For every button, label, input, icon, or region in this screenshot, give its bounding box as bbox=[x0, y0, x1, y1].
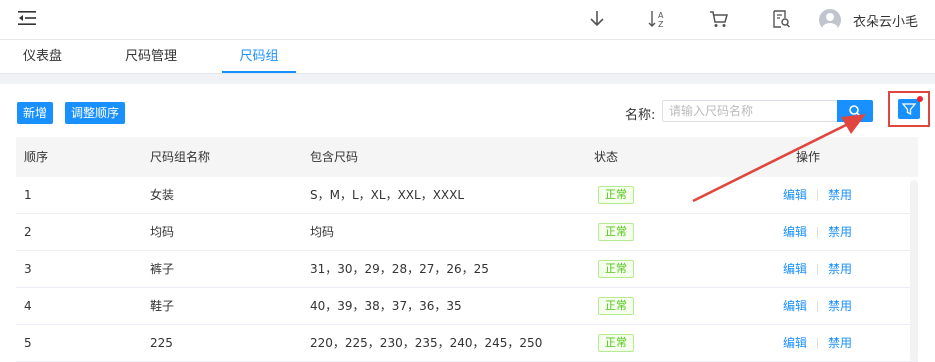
status-badge: 正常 bbox=[598, 223, 634, 241]
disable-link[interactable]: 禁用 bbox=[828, 188, 852, 202]
table-row: 1 女装 S，M，L，XL，XXL，XXXL 正常 编辑 禁用 bbox=[16, 177, 918, 214]
divider bbox=[817, 301, 819, 312]
status-badge: 正常 bbox=[598, 297, 634, 315]
tab-bar: 仪表盘 尺码管理 尺码组 bbox=[0, 40, 935, 74]
svg-text:A: A bbox=[658, 11, 664, 20]
order-cell: 5 bbox=[24, 336, 32, 350]
disable-link[interactable]: 禁用 bbox=[828, 262, 852, 276]
disable-link[interactable]: 禁用 bbox=[828, 225, 852, 239]
edit-link[interactable]: 编辑 bbox=[783, 225, 807, 239]
name-cell: 鞋子 bbox=[150, 299, 175, 313]
tab-size-management[interactable]: 尺码管理 bbox=[125, 40, 177, 73]
sizes-cell: S，M，L，XL，XXL，XXXL bbox=[310, 188, 465, 202]
status-cell: 正常 bbox=[598, 214, 634, 241]
sizes-cell: 220，225，230，235，240，245，250 bbox=[310, 336, 543, 350]
download-icon[interactable] bbox=[586, 9, 608, 29]
name-cell: 225 bbox=[150, 336, 173, 350]
cart-icon[interactable] bbox=[708, 9, 730, 29]
actions-cell: 编辑 禁用 bbox=[783, 288, 852, 324]
actions-cell: 编辑 禁用 bbox=[783, 214, 852, 250]
document-search-icon[interactable] bbox=[770, 9, 792, 29]
status-cell: 正常 bbox=[598, 177, 634, 204]
add-button[interactable]: 新增 bbox=[17, 102, 54, 124]
table-header: 顺序 尺码组名称 包含尺码 状态 操作 bbox=[16, 137, 918, 177]
username: 衣朵云小毛 bbox=[853, 14, 919, 30]
main-content: 新增 调整顺序 名称: 顺序 尺码组名称 包含尺码 状态 操作 1 女装 S，M，L… bbox=[0, 84, 935, 362]
avatar bbox=[819, 9, 841, 31]
search-icon bbox=[849, 105, 861, 117]
disable-link[interactable]: 禁用 bbox=[828, 299, 852, 313]
reorder-button[interactable]: 调整顺序 bbox=[65, 102, 126, 124]
search-input[interactable] bbox=[662, 100, 837, 122]
table-row: 4 鞋子 40，39，38，37，36，35 正常 编辑 禁用 bbox=[16, 288, 918, 325]
edit-link[interactable]: 编辑 bbox=[783, 299, 807, 313]
status-cell: 正常 bbox=[598, 288, 634, 315]
status-badge: 正常 bbox=[598, 260, 634, 278]
sizes-cell: 均码 bbox=[310, 225, 335, 239]
name-cell: 裤子 bbox=[150, 262, 175, 276]
actions-cell: 编辑 禁用 bbox=[783, 177, 852, 213]
column-header: 操作 bbox=[796, 150, 821, 164]
top-bar: A Z 衣朵云小毛 bbox=[0, 0, 935, 40]
divider bbox=[817, 338, 819, 349]
sizes-cell: 40，39，38，37，36，35 bbox=[310, 299, 462, 313]
name-cell: 女装 bbox=[150, 188, 175, 202]
edit-link[interactable]: 编辑 bbox=[783, 336, 807, 350]
column-header: 状态 bbox=[594, 150, 619, 164]
tab-size-group[interactable]: 尺码组 bbox=[222, 40, 296, 73]
scrollbar[interactable] bbox=[910, 180, 918, 362]
status-badge: 正常 bbox=[598, 334, 634, 352]
user-menu[interactable]: 衣朵云小毛 bbox=[819, 8, 918, 32]
divider bbox=[817, 264, 819, 275]
table-body: 1 女装 S，M，L，XL，XXL，XXXL 正常 编辑 禁用 2 均码 均码 正常 编辑 禁用 3 裤子… bbox=[16, 177, 918, 362]
divider bbox=[817, 190, 819, 201]
menu-fold-icon[interactable] bbox=[18, 11, 36, 25]
column-header: 顺序 bbox=[24, 150, 49, 164]
edit-link[interactable]: 编辑 bbox=[783, 262, 807, 276]
filter-icon bbox=[901, 103, 917, 116]
actions-cell: 编辑 禁用 bbox=[783, 325, 852, 361]
status-badge: 正常 bbox=[598, 186, 634, 204]
column-header: 包含尺码 bbox=[310, 150, 359, 164]
search-button[interactable] bbox=[837, 100, 873, 122]
sizes-cell: 31，30，29，28，27，26，25 bbox=[310, 262, 489, 276]
size-group-table: 顺序 尺码组名称 包含尺码 状态 操作 1 女装 S，M，L，XL，XXL，XXXL… bbox=[16, 137, 918, 362]
table-row: 5 225 220，225，230，235，240，245，250 正常 编辑 禁用 bbox=[16, 325, 918, 362]
divider bbox=[817, 227, 819, 238]
order-cell: 2 bbox=[24, 225, 32, 239]
filter-highlight-box bbox=[888, 91, 930, 127]
disable-link[interactable]: 禁用 bbox=[828, 336, 852, 350]
order-cell: 4 bbox=[24, 299, 32, 313]
column-header: 尺码组名称 bbox=[150, 150, 211, 164]
edit-link[interactable]: 编辑 bbox=[783, 188, 807, 202]
table-row: 2 均码 均码 正常 编辑 禁用 bbox=[16, 214, 918, 251]
notification-dot bbox=[917, 96, 923, 102]
tab-dashboard[interactable]: 仪表盘 bbox=[23, 40, 62, 73]
status-cell: 正常 bbox=[598, 251, 634, 278]
filter-button[interactable] bbox=[898, 96, 923, 119]
order-cell: 3 bbox=[24, 262, 32, 276]
svg-text:Z: Z bbox=[658, 20, 664, 29]
name-cell: 均码 bbox=[150, 225, 175, 239]
actions-cell: 编辑 禁用 bbox=[783, 251, 852, 287]
order-cell: 1 bbox=[24, 188, 32, 202]
sort-az-icon[interactable]: A Z bbox=[647, 9, 669, 29]
search-label: 名称: bbox=[625, 108, 656, 123]
table-row: 3 裤子 31，30，29，28，27，26，25 正常 编辑 禁用 bbox=[16, 251, 918, 288]
status-cell: 正常 bbox=[598, 325, 634, 352]
